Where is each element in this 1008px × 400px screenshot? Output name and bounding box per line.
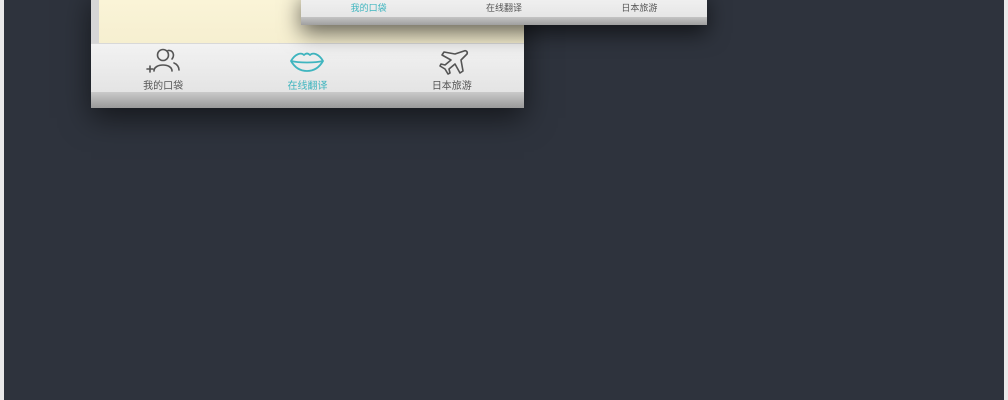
tab-label: 我的口袋	[143, 81, 184, 92]
tab-online-translate[interactable]: 在线翻译	[235, 44, 379, 92]
airplane-icon	[439, 49, 468, 75]
lips-icon	[290, 52, 325, 72]
tab-online-translate[interactable]: 在线翻译	[436, 0, 571, 17]
card-edge	[91, 92, 524, 108]
tab-label: 在线翻译	[485, 4, 522, 14]
canvas-background: 我的口袋 在线翻译 日本旅游 我的口袋 在线翻译 日本旅游	[4, 0, 1004, 400]
tab-label: 日本旅游	[621, 4, 658, 14]
tab-my-pocket[interactable]: 我的口袋	[91, 44, 235, 92]
tab-label: 在线翻译	[287, 81, 328, 92]
tab-japan-travel[interactable]: 日本旅游	[572, 0, 707, 17]
card-edge	[301, 17, 707, 25]
tab-label: 日本旅游	[431, 81, 472, 92]
bottom-tab-bar: 我的口袋 在线翻译 日本旅游	[301, 0, 707, 17]
bottom-tab-bar: 我的口袋 在线翻译 日本旅游	[91, 43, 524, 92]
tab-my-pocket[interactable]: 我的口袋	[301, 0, 436, 17]
phone-mockup-front: 我的口袋 在线翻译 日本旅游	[301, 0, 707, 25]
add-user-icon	[146, 48, 180, 73]
tab-japan-travel[interactable]: 日本旅游	[380, 44, 524, 92]
tab-label: 我的口袋	[350, 4, 387, 14]
